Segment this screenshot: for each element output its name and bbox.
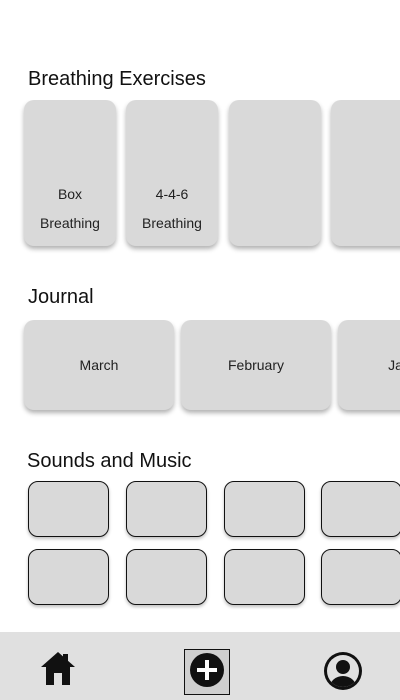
journal-card-march[interactable]: March [24, 320, 174, 410]
journal-card-february[interactable]: February [181, 320, 331, 410]
sound-tile[interactable] [28, 549, 109, 605]
breathing-card-partial[interactable] [331, 100, 400, 246]
home-button[interactable] [38, 650, 78, 690]
sound-tile[interactable] [126, 549, 207, 605]
journal-card-january[interactable]: January [338, 320, 400, 410]
sounds-section-title: Sounds and Music [27, 450, 192, 472]
journal-section-title: Journal [28, 286, 94, 308]
bottom-navigation-bar [0, 632, 400, 700]
sound-tile[interactable] [321, 549, 400, 605]
sound-tile[interactable] [126, 481, 207, 537]
breathing-card-446[interactable]: 4-4-6 Breathing [126, 100, 218, 246]
user-avatar-icon [323, 651, 363, 696]
breathing-card-title: 4-4-6 [155, 186, 189, 202]
home-icon [39, 649, 77, 692]
sound-tile[interactable] [224, 549, 305, 605]
breathing-card-empty[interactable] [229, 100, 321, 246]
sounds-grid [0, 480, 400, 610]
profile-button[interactable] [322, 651, 364, 696]
breathing-section-title: Breathing Exercises [28, 68, 206, 90]
sound-tile[interactable] [224, 481, 305, 537]
add-button[interactable] [184, 649, 230, 695]
breathing-carousel[interactable]: Box Breathing 4-4-6 Breathing [0, 100, 400, 256]
plus-circle-icon [188, 651, 226, 694]
sound-tile[interactable] [28, 481, 109, 537]
breathing-card-subtitle: Breathing [40, 215, 100, 231]
breathing-card-subtitle: Breathing [142, 215, 202, 231]
breathing-card-box[interactable]: Box Breathing [24, 100, 116, 246]
sound-tile[interactable] [321, 481, 400, 537]
journal-carousel[interactable]: March February January [0, 320, 400, 418]
breathing-card-title: Box [57, 186, 83, 202]
